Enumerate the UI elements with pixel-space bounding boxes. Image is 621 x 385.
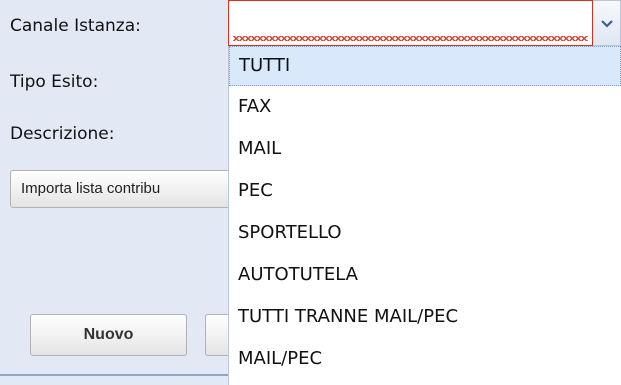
dropdown-option-fax[interactable]: FAX [229,86,621,128]
dropdown-option-tutti-tranne-mail-pec[interactable]: TUTTI TRANNE MAIL/PEC [229,296,621,338]
canale-istanza-label: Canale Istanza: [10,16,141,36]
dropdown-option-mail[interactable]: MAIL [229,128,621,170]
tipo-esito-label: Tipo Esito: [10,72,99,92]
dropdown-option-tutti[interactable]: TUTTI [229,46,621,86]
nuovo-button[interactable]: Nuovo [30,314,187,356]
descrizione-label: Descrizione: [10,124,115,144]
dropdown-option-autotutela[interactable]: AUTOTUTELA [229,254,621,296]
validation-error-underline [233,36,588,41]
canale-istanza-combo[interactable] [228,0,593,46]
chevron-down-icon [600,13,613,33]
dropdown-option-mail-pec[interactable]: MAIL/PEC [229,338,621,380]
combo-trigger-button[interactable] [593,0,621,46]
canale-dropdown-list[interactable]: TUTTI FAX MAIL PEC SPORTELLO AUTOTUTELA … [228,46,621,385]
dropdown-option-sportello[interactable]: SPORTELLO [229,212,621,254]
dropdown-option-pec[interactable]: PEC [229,170,621,212]
importa-lista-button[interactable]: Importa lista contribu [10,170,235,208]
